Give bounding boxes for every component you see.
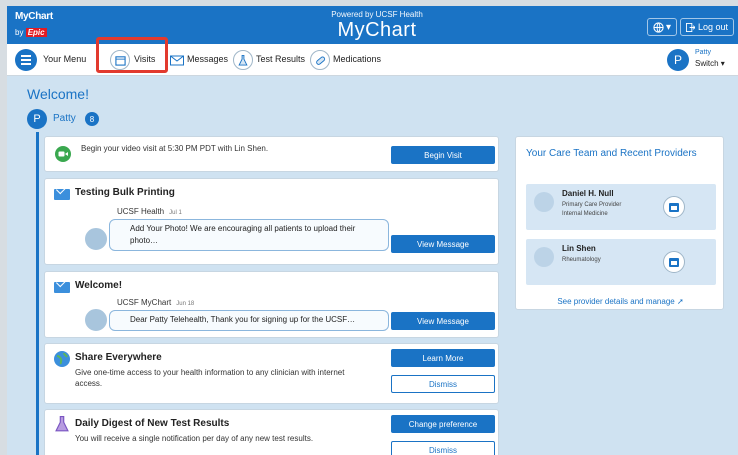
avatar: P xyxy=(667,49,689,71)
patient-name: Patty xyxy=(53,113,76,124)
logout-button[interactable]: Log out xyxy=(680,18,734,36)
provider-card[interactable]: Lin Shen Rheumatology xyxy=(526,239,716,285)
nav-item-test-results[interactable]: Test Results xyxy=(256,54,305,64)
highlight-box xyxy=(96,37,168,73)
nav-item-messages[interactable]: Messages xyxy=(187,54,228,64)
begin-visit-button[interactable]: Begin Visit xyxy=(391,146,495,164)
message-date: Jul 1 xyxy=(169,210,182,216)
chevron-down-icon: ▾ xyxy=(665,21,672,33)
card-title: Daily Digest of New Test Results xyxy=(75,418,230,429)
powered-by-text: Powered by UCSF Health xyxy=(331,10,423,19)
logout-icon xyxy=(685,22,695,32)
switch-label: Switch xyxy=(695,59,719,68)
globe-icon xyxy=(54,351,70,367)
change-preference-button[interactable]: Change preference xyxy=(391,415,495,433)
card-description: You will receive a single notification p… xyxy=(75,434,314,443)
external-link-icon: ➚ xyxy=(676,297,684,306)
user-name: Patty xyxy=(695,49,711,56)
sender-avatar xyxy=(83,226,109,252)
video-visit-text: Begin your video visit at 5:30 PM PDT wi… xyxy=(81,144,269,153)
dismiss-button[interactable]: Dismiss xyxy=(391,375,495,393)
learn-more-button[interactable]: Learn More xyxy=(391,349,495,367)
view-message-button[interactable]: View Message xyxy=(391,235,495,253)
share-everywhere-card: Share Everywhere Give one-time access to… xyxy=(44,343,499,404)
your-menu-label[interactable]: Your Menu xyxy=(43,54,86,64)
nav-item-medications[interactable]: Medications xyxy=(333,54,381,64)
globe-icon xyxy=(653,21,664,33)
menu-button[interactable] xyxy=(15,49,37,71)
calendar-icon[interactable] xyxy=(663,196,685,218)
timeline-bar xyxy=(36,132,39,455)
video-visit-card: Begin your video visit at 5:30 PM PDT wi… xyxy=(44,136,499,172)
message-preview[interactable]: Add Your Photo! We are encouraging all p… xyxy=(109,219,389,251)
notification-badge: 8 xyxy=(85,112,99,126)
message-card-welcome: Welcome! UCSF MyChart Jun 18 Dear Patty T… xyxy=(44,271,499,338)
provider-department: Internal Medicine xyxy=(562,211,608,217)
care-team-title: Your Care Team and Recent Providers xyxy=(526,148,697,159)
card-title: Share Everywhere xyxy=(75,352,162,363)
provider-avatar xyxy=(534,247,554,267)
flask-icon[interactable] xyxy=(233,50,253,70)
dismiss-button[interactable]: Dismiss xyxy=(391,441,495,455)
provider-avatar xyxy=(534,192,554,212)
message-date: Jun 18 xyxy=(176,301,195,307)
card-title: Testing Bulk Printing xyxy=(75,187,175,198)
care-team-panel: Your Care Team and Recent Providers Dani… xyxy=(515,136,724,310)
provider-name: Daniel H. Null xyxy=(562,189,614,198)
message-card-bulk-printing: Testing Bulk Printing UCSF Health Jul 1 A… xyxy=(44,178,499,265)
video-chat-icon xyxy=(55,146,71,162)
language-button[interactable]: ▾ xyxy=(647,18,677,36)
message-sender: UCSF MyChart Jun 18 xyxy=(117,298,195,307)
flask-icon xyxy=(55,416,69,432)
envelope-icon xyxy=(54,282,70,293)
daily-digest-card: Daily Digest of New Test Results You wil… xyxy=(44,409,499,455)
user-switcher[interactable]: P Patty Switch ▾ xyxy=(667,49,731,73)
provider-card[interactable]: Daniel H. Null Primary Care Provider Int… xyxy=(526,184,716,230)
view-message-button[interactable]: View Message xyxy=(391,312,495,330)
calendar-icon[interactable] xyxy=(663,251,685,273)
center-brand: Powered by UCSF Health MyChart xyxy=(307,10,447,41)
sender-avatar xyxy=(83,307,109,333)
message-sender: UCSF Health Jul 1 xyxy=(117,207,182,216)
caret-down-icon: ▾ xyxy=(720,59,725,68)
envelope-icon[interactable] xyxy=(167,50,187,70)
card-title: Welcome! xyxy=(75,280,123,291)
brand-title: MyChart xyxy=(337,19,417,41)
app-frame: MyChart by Epic Powered by UCSF Health M… xyxy=(7,6,738,455)
provider-details-link[interactable]: See provider details and manage ➚ xyxy=(516,297,725,306)
provider-name: Lin Shen xyxy=(562,244,596,253)
page-title: Welcome! xyxy=(27,86,89,102)
provider-role: Primary Care Provider xyxy=(562,202,622,208)
card-description: Give one-time access to your health info… xyxy=(75,368,345,388)
envelope-icon xyxy=(54,189,70,200)
pill-icon[interactable] xyxy=(310,50,330,70)
message-preview[interactable]: Dear Patty Telehealth, Thank you for sig… xyxy=(109,310,389,331)
provider-role: Rheumatology xyxy=(562,257,601,263)
mychart-epic-logo[interactable]: MyChart by Epic xyxy=(15,11,53,40)
patient-avatar: P xyxy=(27,109,47,129)
